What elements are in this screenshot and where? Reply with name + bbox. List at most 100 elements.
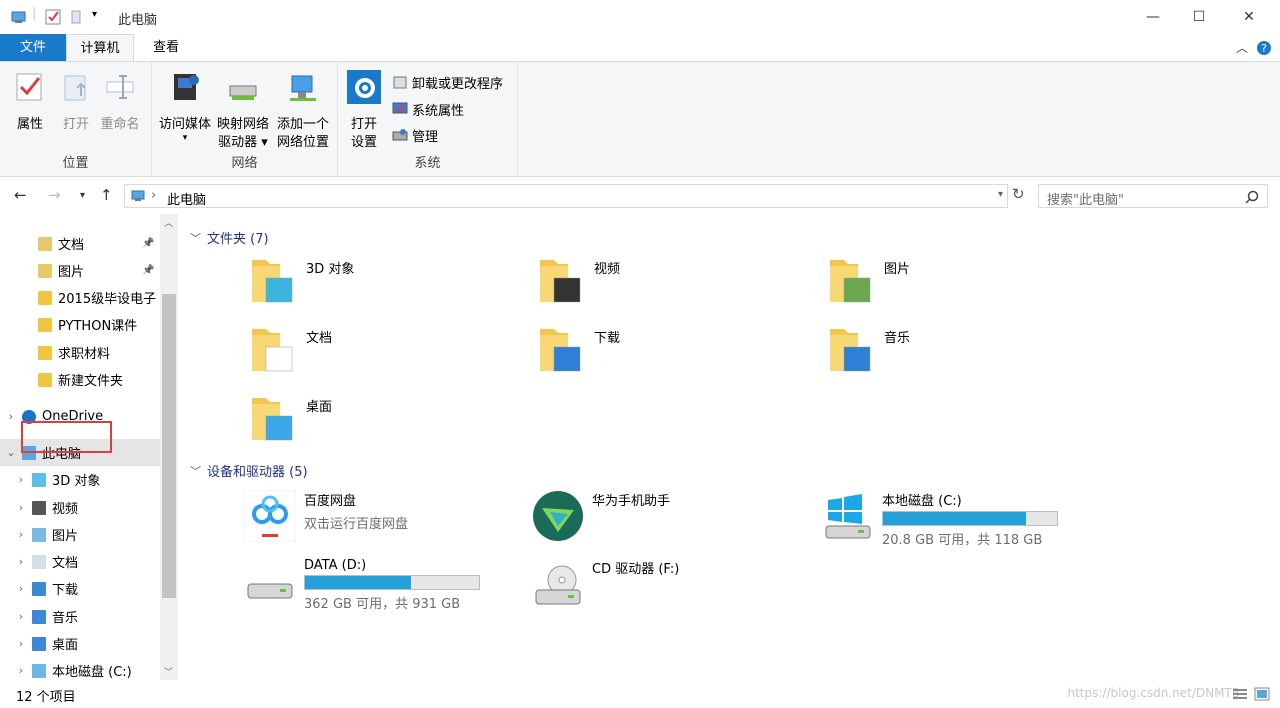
- details-view-icon[interactable]: [1232, 686, 1248, 702]
- sidebar-item[interactable]: PYTHON课件: [0, 311, 160, 338]
- map-network-drive-button[interactable]: 映射网络 驱动器 ▾: [214, 70, 272, 152]
- address-dropdown-icon[interactable]: ▾: [998, 189, 1003, 200]
- expand-chevron-icon[interactable]: ›: [10, 528, 32, 541]
- expand-chevron-icon[interactable]: ›: [0, 410, 22, 423]
- expand-chevron-icon[interactable]: ›: [10, 664, 32, 677]
- group-location: 属性 打开 重命名 位置: [0, 62, 152, 176]
- add-network-location-button[interactable]: 添加一个 网络位置: [272, 70, 334, 152]
- sidebar-item[interactable]: › 本地磁盘 (C:): [0, 657, 160, 680]
- expand-chevron-icon[interactable]: ⌄: [0, 446, 22, 459]
- manage-icon: [392, 129, 408, 141]
- new-folder-icon[interactable]: [68, 8, 86, 26]
- sidebar-scrollbar[interactable]: ︿ ﹀: [160, 214, 178, 680]
- access-media-button[interactable]: 访问媒体 ▾: [156, 70, 214, 143]
- collapse-chevron-icon[interactable]: ﹀: [190, 230, 201, 246]
- close-button[interactable]: ✕: [1226, 0, 1272, 34]
- up-arrow-icon[interactable]: ↑: [100, 186, 113, 204]
- baidu-netdisk-tile[interactable]: 百度网盘 双击运行百度网盘: [244, 490, 408, 542]
- expand-chevron-icon[interactable]: ›: [10, 610, 32, 623]
- tab-computer[interactable]: 计算机: [66, 34, 134, 62]
- scroll-up-icon[interactable]: ︿: [164, 216, 173, 229]
- sidebar-item[interactable]: 文档 📌: [0, 230, 160, 257]
- drive-c-usage-bar: [882, 511, 1058, 526]
- sidebar-item[interactable]: 2015级毕设电子: [0, 284, 160, 311]
- pin-icon: 📌: [142, 265, 155, 276]
- search-input[interactable]: 搜索"此电脑": [1038, 184, 1268, 208]
- forward-arrow-icon[interactable]: →: [48, 186, 61, 204]
- sidebar-item[interactable]: 求职材料: [0, 339, 160, 366]
- sidebar-item[interactable]: 新建文件夹: [0, 366, 160, 393]
- address-box[interactable]: › 此电脑 ▾: [124, 184, 1008, 208]
- folder-tile[interactable]: 音乐: [828, 323, 910, 375]
- breadcrumb-chevron-icon[interactable]: ›: [151, 188, 156, 203]
- tab-file[interactable]: 文件: [0, 34, 66, 62]
- section-header-devices[interactable]: ﹀ 设备和驱动器 (5): [190, 461, 308, 481]
- open-button[interactable]: 打开: [56, 70, 96, 134]
- sidebar-item-label: 文档: [58, 238, 85, 253]
- tab-view[interactable]: 查看: [140, 34, 192, 62]
- folder-tile[interactable]: 视频: [538, 254, 620, 306]
- expand-chevron-icon[interactable]: ›: [10, 582, 32, 595]
- window-title: 此电脑: [118, 13, 158, 28]
- help-icon[interactable]: ?: [1256, 40, 1272, 56]
- properties-icon[interactable]: [44, 8, 62, 26]
- group-network: 访问媒体 ▾ 映射网络 驱动器 ▾ 添加一个 网络位置 网络: [152, 62, 338, 176]
- network-drive-icon: [229, 85, 257, 100]
- folder-label: 桌面: [306, 400, 333, 415]
- folder-tile[interactable]: 图片: [828, 254, 910, 306]
- sidebar-item-label: 2015级毕设电子: [58, 292, 157, 307]
- large-icons-view-icon[interactable]: [1254, 686, 1270, 702]
- refresh-icon[interactable]: ↻: [1012, 185, 1025, 203]
- folder-icon: [32, 554, 46, 569]
- minimize-button[interactable]: —: [1130, 0, 1176, 34]
- scroll-thumb[interactable]: [162, 294, 176, 598]
- sidebar-item[interactable]: › 文档: [0, 548, 160, 575]
- drive-d-usage-fill: [305, 576, 412, 589]
- system-properties-button[interactable]: 系统属性: [392, 98, 464, 120]
- folder-tile[interactable]: 文档: [250, 323, 332, 375]
- huawei-assistant-tile[interactable]: 华为手机助手: [532, 490, 670, 542]
- content-pane: ﹀ 文件夹 (7) 3D 对象 视频 图片文档 下载 音乐桌面 ﹀ 设备和驱动器 (5)…: [178, 214, 1280, 680]
- sidebar-item[interactable]: › 下载: [0, 575, 160, 602]
- open-settings-button[interactable]: 打开 设置: [344, 70, 384, 152]
- cd-drive-tile[interactable]: CD 驱动器 (F:): [532, 558, 679, 610]
- sidebar-item[interactable]: › 视频: [0, 494, 160, 521]
- expand-chevron-icon[interactable]: ›: [10, 637, 32, 650]
- folder-icon: [252, 398, 293, 441]
- drive-c-usage-fill: [883, 512, 1026, 525]
- sidebar-item[interactable]: › 图片: [0, 521, 160, 548]
- expand-chevron-icon[interactable]: ›: [10, 473, 32, 486]
- folder-tile[interactable]: 下载: [538, 323, 620, 375]
- drive-c-tile[interactable]: 本地磁盘 (C:) 20.8 GB 可用，共 118 GB: [822, 490, 1058, 548]
- collapse-chevron-icon[interactable]: ﹀: [190, 463, 201, 479]
- sidebar-item[interactable]: 图片 📌: [0, 257, 160, 284]
- drive-d-tile[interactable]: DATA (D:) 362 GB 可用，共 931 GB: [244, 558, 480, 612]
- folder-tile[interactable]: 桌面: [250, 392, 332, 444]
- folder-icon: [38, 236, 52, 251]
- sidebar-item[interactable]: › 音乐: [0, 603, 160, 630]
- folder-label: 文档: [306, 331, 333, 346]
- properties-button[interactable]: 属性: [10, 70, 50, 134]
- sidebar-item-label: 图片: [52, 529, 79, 544]
- sidebar-item[interactable]: › 桌面: [0, 630, 160, 657]
- sidebar-item-label: 本地磁盘 (C:): [52, 665, 132, 680]
- uninstall-button[interactable]: 卸载或更改程序: [392, 71, 503, 93]
- expand-chevron-icon[interactable]: ›: [10, 501, 32, 514]
- collapse-ribbon-icon[interactable]: ︿: [1236, 39, 1248, 56]
- sidebar-item-label: 求职材料: [58, 347, 111, 362]
- breadcrumb[interactable]: 此电脑: [167, 189, 206, 208]
- sidebar-item-label: 3D 对象: [52, 474, 101, 489]
- manage-button[interactable]: 管理: [392, 124, 438, 146]
- recent-locations-icon[interactable]: ▾: [80, 190, 85, 201]
- maximize-button[interactable]: ☐: [1176, 0, 1222, 34]
- section-header-folders[interactable]: ﹀ 文件夹 (7): [190, 228, 269, 248]
- folder-tile[interactable]: 3D 对象: [250, 254, 354, 306]
- scroll-down-icon[interactable]: ﹀: [164, 665, 173, 678]
- rename-button[interactable]: 重命名: [98, 70, 142, 134]
- network-location-icon: [290, 75, 316, 101]
- sidebar-item[interactable]: › 3D 对象: [0, 466, 160, 493]
- expand-chevron-icon[interactable]: ›: [10, 555, 32, 568]
- customize-toolbar-icon[interactable]: ▾: [92, 9, 97, 27]
- folder-icon: [38, 317, 52, 332]
- back-arrow-icon[interactable]: ←: [14, 186, 27, 204]
